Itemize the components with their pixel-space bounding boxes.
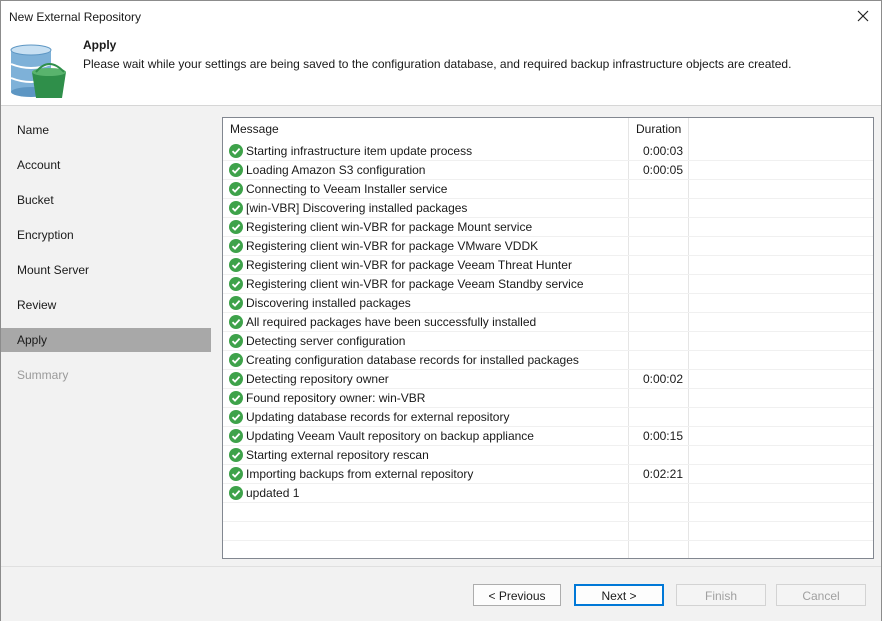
log-message: All required packages have been successf… [246,315,537,329]
message-column-header[interactable]: Message [230,118,279,140]
step-name[interactable]: Name [1,118,211,142]
log-row[interactable]: updated 1 [223,484,873,503]
success-check-icon [229,182,243,196]
log-duration: 0:00:15 [642,429,683,443]
step-title: Apply [83,38,117,52]
log-message: Registering client win-VBR for package M… [246,220,533,234]
step-encryption[interactable]: Encryption [1,223,211,247]
log-message: Found repository owner: win-VBR [246,391,426,405]
success-check-icon [229,391,243,405]
log-message: Registering client win-VBR for package V… [246,277,584,291]
log-row[interactable]: Loading Amazon S3 configuration 0:00:05 [223,161,873,180]
log-message: [win-VBR] Discovering installed packages [246,201,468,215]
success-check-icon [229,201,243,215]
close-button[interactable] [851,5,875,27]
finish-button: Finish [676,584,766,606]
log-row[interactable]: Detecting repository owner 0:00:02 [223,370,873,389]
success-check-icon [229,429,243,443]
success-check-icon [229,144,243,158]
log-message: Creating configuration database records … [246,353,579,367]
log-row[interactable]: Discovering installed packages [223,294,873,313]
log-row[interactable]: [win-VBR] Discovering installed packages [223,199,873,218]
log-row[interactable]: Registering client win-VBR for package V… [223,237,873,256]
step-mount-server[interactable]: Mount Server [1,258,211,282]
log-message: Detecting server configuration [246,334,406,348]
log-row[interactable]: Registering client win-VBR for package V… [223,275,873,294]
log-message: Starting external repository rescan [246,448,429,462]
success-check-icon [229,372,243,386]
log-message: updated 1 [246,486,300,500]
log-row[interactable]: Updating database records for external r… [223,408,873,427]
log-row[interactable]: Importing backups from external reposito… [223,465,873,484]
success-check-icon [229,220,243,234]
log-message: Loading Amazon S3 configuration [246,163,426,177]
step-summary: Summary [17,368,69,382]
success-check-icon [229,410,243,424]
log-row[interactable]: Updating Veeam Vault repository on backu… [223,427,873,446]
wizard-header: Apply Please wait while your settings ar… [1,31,881,105]
title-bar: New External Repository [1,1,881,31]
step-description: Please wait while your settings are bein… [83,57,792,71]
log-row[interactable]: Found repository owner: win-VBR [223,389,873,408]
step-apply[interactable]: Apply [1,328,211,352]
success-check-icon [229,163,243,177]
log-message: Updating Veeam Vault repository on backu… [246,429,534,443]
wizard-content: Message Duration Starting infrastructure… [211,106,881,566]
wizard-window: New External Repository Apply Please wai… [0,0,882,621]
success-check-icon [229,448,243,462]
log-row[interactable]: Registering client win-VBR for package M… [223,218,873,237]
empty-row [223,541,873,558]
progress-log-table[interactable]: Message Duration Starting infrastructure… [222,117,874,559]
log-row[interactable]: Detecting server configuration [223,332,873,351]
log-row[interactable]: Starting external repository rescan [223,446,873,465]
log-message: Starting infrastructure item update proc… [246,144,473,158]
success-check-icon [229,467,243,481]
close-icon [857,10,869,22]
success-check-icon [229,296,243,310]
log-message: Importing backups from external reposito… [246,467,474,481]
log-message: Updating database records for external r… [246,410,510,424]
cancel-button: Cancel [776,584,866,606]
log-duration: 0:00:02 [642,372,683,386]
log-message: Registering client win-VBR for package V… [246,239,539,253]
log-row[interactable]: Creating configuration database records … [223,351,873,370]
log-message: Detecting repository owner [246,372,389,386]
log-row[interactable]: Registering client win-VBR for package V… [223,256,873,275]
success-check-icon [229,486,243,500]
previous-button[interactable]: < Previous [473,584,561,606]
log-message: Connecting to Veeam Installer service [246,182,448,196]
log-duration: 0:02:21 [642,467,683,481]
step-account[interactable]: Account [1,153,211,177]
success-check-icon [229,258,243,272]
success-check-icon [229,334,243,348]
success-check-icon [229,239,243,253]
empty-row [223,522,873,541]
window-title: New External Repository [9,10,142,24]
log-duration: 0:00:03 [642,144,683,158]
duration-column-header[interactable]: Duration [636,118,681,140]
next-button[interactable]: Next > [574,584,664,606]
success-check-icon [229,315,243,329]
log-message: Registering client win-VBR for package V… [246,258,572,272]
step-review[interactable]: Review [1,293,211,317]
success-check-icon [229,353,243,367]
empty-row [223,503,873,522]
log-duration: 0:00:05 [642,163,683,177]
wizard-button-bar: < Previous Next > Finish Cancel [1,566,881,621]
log-row[interactable]: Starting infrastructure item update proc… [223,142,873,161]
database-bucket-icon [8,42,70,103]
log-message: Discovering installed packages [246,296,411,310]
success-check-icon [229,277,243,291]
log-row[interactable]: All required packages have been successf… [223,313,873,332]
step-bucket[interactable]: Bucket [1,188,211,212]
log-row[interactable]: Connecting to Veeam Installer service [223,180,873,199]
wizard-steps-sidebar: Name Account Bucket Encryption Mount Ser… [1,106,211,566]
